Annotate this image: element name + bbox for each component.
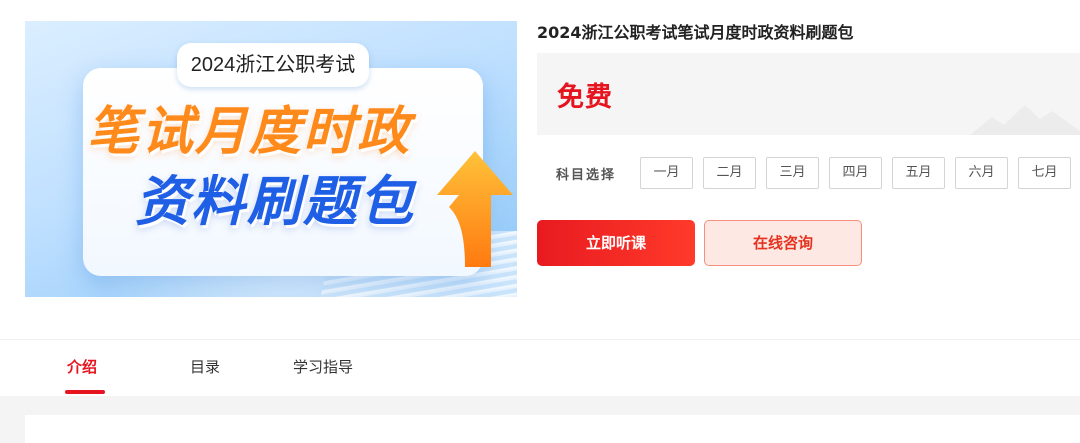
content-card xyxy=(25,415,1080,443)
up-arrow-icon xyxy=(437,151,513,267)
active-tab-indicator xyxy=(65,390,105,394)
month-option-1[interactable]: 一月 xyxy=(640,157,693,189)
tab-intro[interactable]: 介绍 xyxy=(67,356,97,377)
subject-label: 科目选择 xyxy=(556,168,617,183)
price-label: 免费 xyxy=(557,82,613,113)
month-option-7[interactable]: 七月 xyxy=(1018,157,1071,189)
tabs-divider xyxy=(0,339,1080,340)
price-panel: 免费 xyxy=(537,53,1080,135)
banner-tag: 2024浙江公职考试 xyxy=(177,43,369,87)
month-option-3[interactable]: 三月 xyxy=(766,157,819,189)
banner-headline-2: 资料刷题包 xyxy=(135,170,415,233)
subject-selector: 科目选择 一月 二月 三月 四月 五月 六月 七月 xyxy=(537,157,1080,189)
month-option-4[interactable]: 四月 xyxy=(829,157,882,189)
tab-catalog[interactable]: 目录 xyxy=(190,356,220,377)
online-consult-button[interactable]: 在线咨询 xyxy=(704,220,862,266)
tab-study-guide[interactable]: 学习指导 xyxy=(293,356,353,377)
start-learning-button[interactable]: 立即听课 xyxy=(537,220,695,266)
tab-content-area xyxy=(0,396,1080,443)
mountain-decoration-icon xyxy=(970,105,1080,135)
course-banner: 2024浙江公职考试 笔试月度时政 资料刷题包 xyxy=(25,21,517,297)
month-option-2[interactable]: 二月 xyxy=(703,157,756,189)
month-option-6[interactable]: 六月 xyxy=(955,157,1008,189)
month-option-5[interactable]: 五月 xyxy=(892,157,945,189)
course-title: 2024浙江公职考试笔试月度时政资料刷题包 xyxy=(537,23,854,42)
banner-headline-1: 笔试月度时政 xyxy=(87,102,412,162)
